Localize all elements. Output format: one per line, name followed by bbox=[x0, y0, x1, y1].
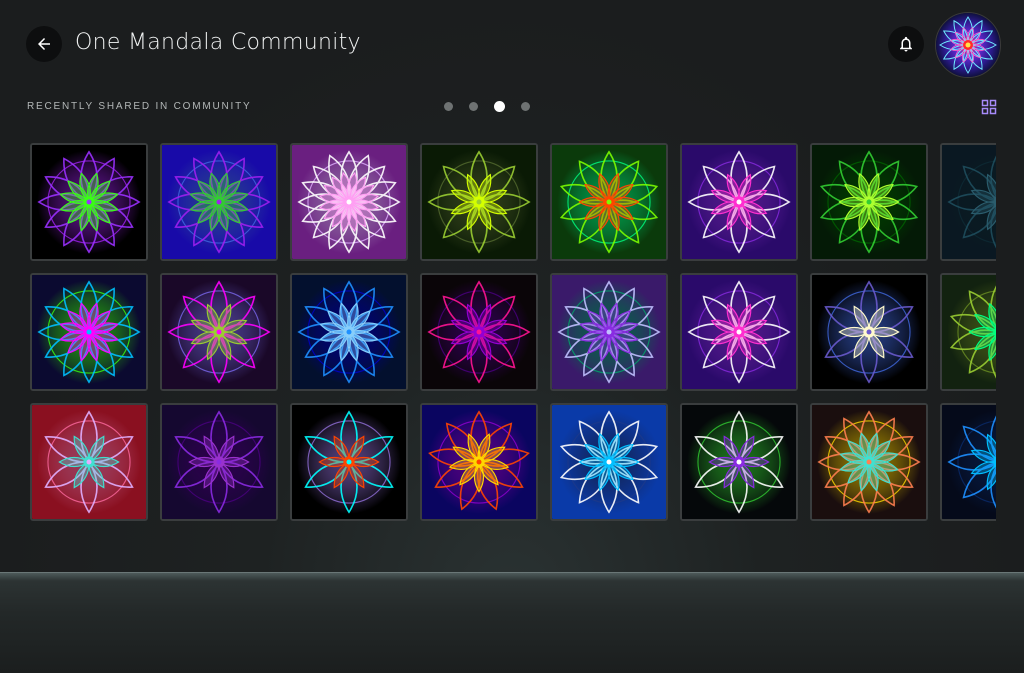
mandala-image bbox=[292, 145, 406, 259]
mandala-tile[interactable] bbox=[160, 403, 278, 521]
mandala-tile[interactable] bbox=[160, 143, 278, 261]
section-label: RECENTLY SHARED IN COMMUNITY bbox=[27, 101, 252, 112]
mandala-image bbox=[292, 405, 406, 519]
mandala-image bbox=[32, 405, 146, 519]
mandala-tile[interactable] bbox=[680, 143, 798, 261]
mandala-tile[interactable] bbox=[30, 273, 148, 391]
mandala-image bbox=[422, 275, 536, 389]
mandala-tile[interactable] bbox=[420, 143, 538, 261]
notifications-button[interactable] bbox=[888, 26, 924, 62]
mandala-avatar-image bbox=[936, 13, 1000, 77]
mandala-tile[interactable] bbox=[160, 273, 278, 391]
mandala-tile[interactable] bbox=[30, 403, 148, 521]
user-avatar[interactable] bbox=[935, 12, 1001, 78]
bell-icon bbox=[900, 36, 912, 52]
mandala-image bbox=[682, 145, 796, 259]
back-button[interactable] bbox=[26, 26, 62, 62]
mandala-tile[interactable] bbox=[940, 273, 996, 391]
mandala-image bbox=[942, 275, 996, 389]
mandala-tile[interactable] bbox=[420, 273, 538, 391]
mandala-tile[interactable] bbox=[940, 403, 996, 521]
mandala-image bbox=[812, 405, 926, 519]
mandala-image bbox=[162, 405, 276, 519]
mandala-image bbox=[552, 145, 666, 259]
mandala-image bbox=[682, 405, 796, 519]
page-dot-2[interactable] bbox=[469, 102, 478, 111]
mandala-tile[interactable] bbox=[810, 273, 928, 391]
page-dot-3[interactable] bbox=[494, 101, 505, 112]
mandala-image bbox=[942, 405, 996, 519]
mandala-tile[interactable] bbox=[680, 403, 798, 521]
mandala-tile[interactable] bbox=[550, 273, 668, 391]
page-dot-1[interactable] bbox=[444, 102, 453, 111]
mandala-image bbox=[32, 145, 146, 259]
mandala-tile[interactable] bbox=[810, 403, 928, 521]
mandala-tile[interactable] bbox=[940, 143, 996, 261]
page-dot-4[interactable] bbox=[521, 102, 530, 111]
mandala-tile[interactable] bbox=[550, 143, 668, 261]
mandala-image bbox=[32, 275, 146, 389]
mandala-image bbox=[682, 275, 796, 389]
mandala-image bbox=[552, 405, 666, 519]
mandala-tile[interactable] bbox=[290, 403, 408, 521]
mandala-tile[interactable] bbox=[290, 143, 408, 261]
mandala-tile[interactable] bbox=[30, 143, 148, 261]
mandala-tile[interactable] bbox=[680, 273, 798, 391]
mandala-image bbox=[162, 275, 276, 389]
mandala-image bbox=[812, 275, 926, 389]
mandala-tile[interactable] bbox=[810, 143, 928, 261]
mandala-gallery bbox=[30, 143, 996, 528]
page-indicator bbox=[444, 101, 530, 112]
mandala-image bbox=[422, 145, 536, 259]
floor-shelf bbox=[0, 572, 1024, 673]
mandala-image bbox=[162, 145, 276, 259]
mandala-image bbox=[422, 405, 536, 519]
grid-view-icon bbox=[981, 99, 997, 115]
app-screen: One Mandala Community RECENTLY SHARED IN… bbox=[0, 0, 1024, 572]
page-title: One Mandala Community bbox=[75, 30, 361, 55]
arrow-left-icon bbox=[38, 38, 50, 50]
mandala-image bbox=[942, 145, 996, 259]
mandala-tile[interactable] bbox=[420, 403, 538, 521]
mandala-tile[interactable] bbox=[290, 273, 408, 391]
mandala-image bbox=[292, 275, 406, 389]
mandala-image bbox=[812, 145, 926, 259]
grid-view-button[interactable] bbox=[981, 99, 997, 115]
mandala-tile[interactable] bbox=[550, 403, 668, 521]
mandala-image bbox=[552, 275, 666, 389]
